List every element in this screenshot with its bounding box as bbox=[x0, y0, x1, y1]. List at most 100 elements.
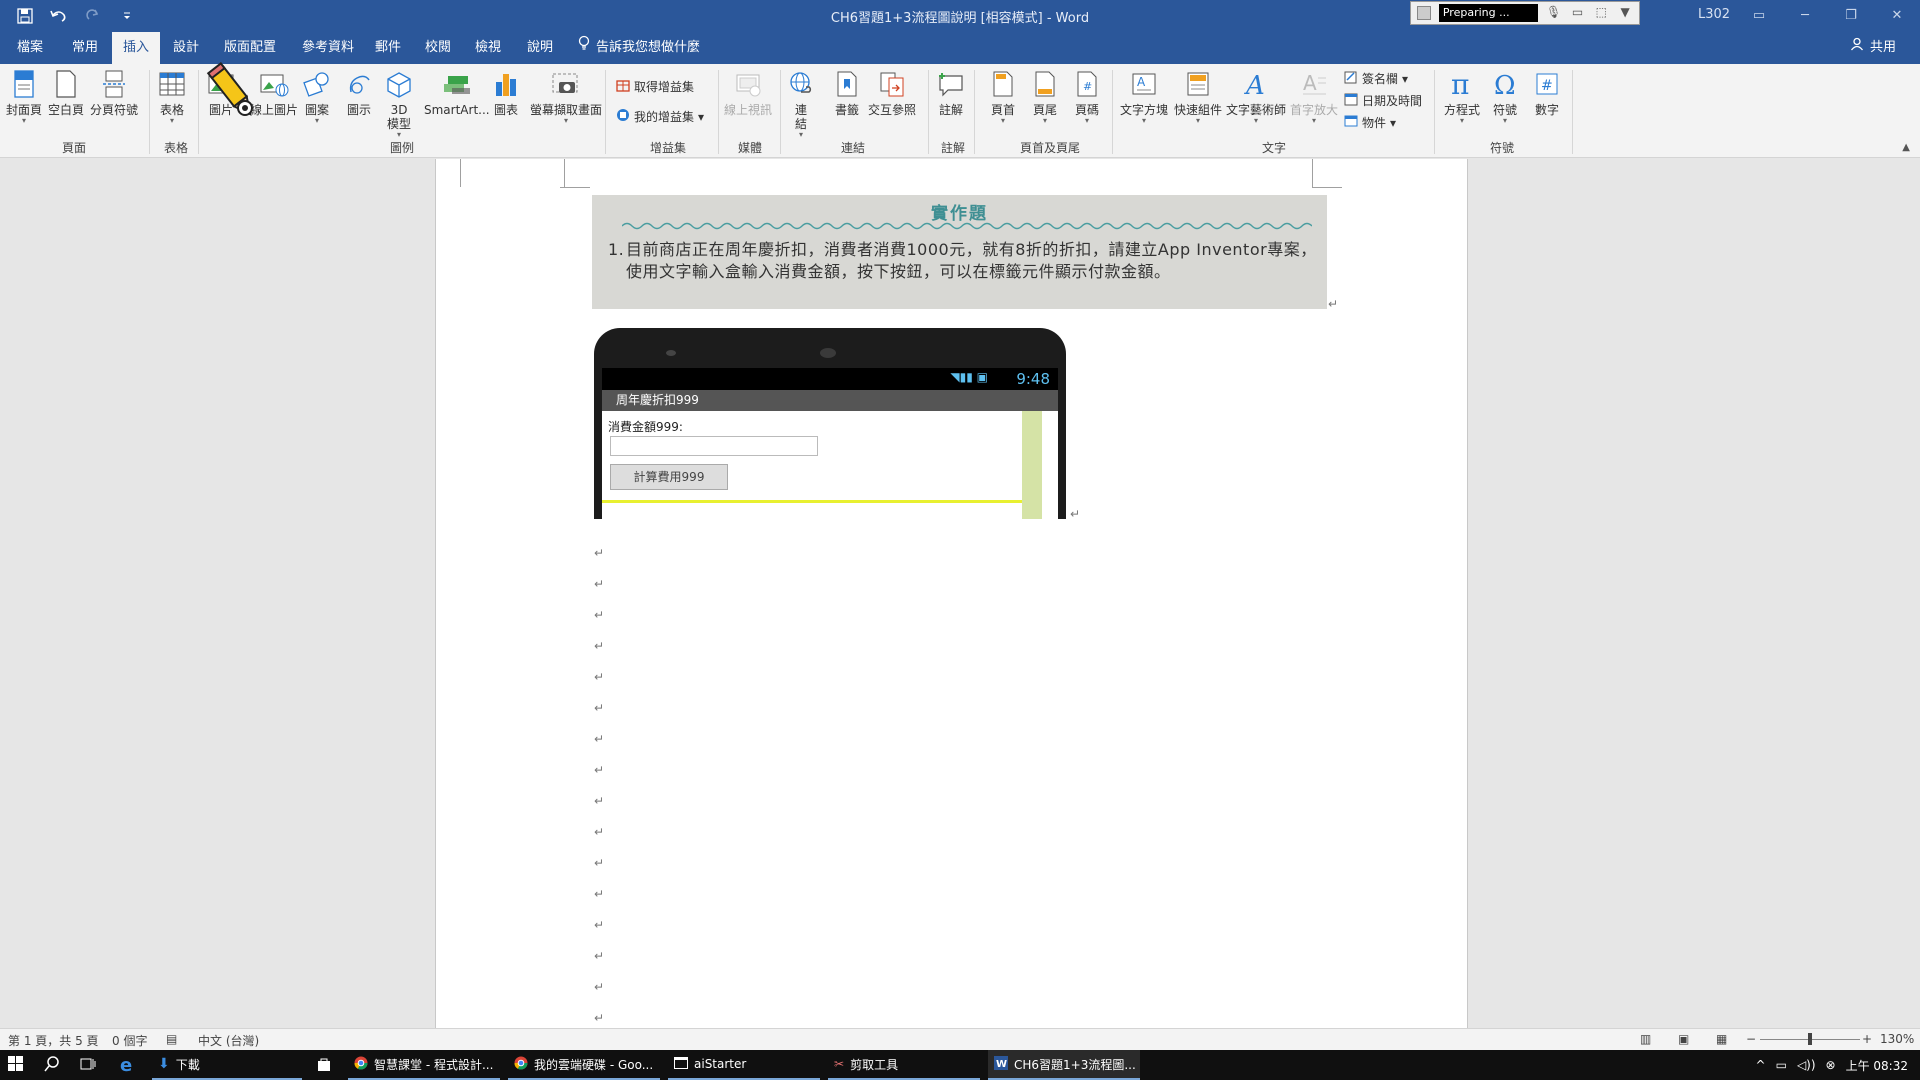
tab-design[interactable]: 設計 bbox=[166, 32, 206, 64]
taskbar-chrome-drive[interactable]: 我的雲端硬碟 - Goo... bbox=[508, 1050, 660, 1080]
close-icon[interactable]: ✕ bbox=[1874, 0, 1920, 30]
exercise-image[interactable]: 實作題 1. 目前商店正在周年慶折扣，消費者消費1000元，就有8折的折扣，請建… bbox=[592, 195, 1327, 309]
my-addins-dropdown-icon[interactable]: ▾ bbox=[698, 110, 704, 124]
ribbon-display-icon[interactable]: ▭ bbox=[1736, 0, 1782, 30]
customize-qat-icon[interactable] bbox=[116, 5, 138, 27]
web-layout-icon[interactable]: ▦ bbox=[1716, 1032, 1727, 1046]
recorder-dropdown-icon[interactable]: ▼ bbox=[1617, 5, 1633, 21]
share-button[interactable]: 共用 bbox=[1850, 32, 1896, 64]
symbol-button[interactable]: Ω 符號 ▾ bbox=[1490, 68, 1520, 125]
taskbar-word[interactable]: W CH6習題1+3流程圖... bbox=[988, 1050, 1140, 1080]
tell-me-box[interactable]: 告訴我您想做什麼 bbox=[578, 32, 700, 64]
blank-page-button[interactable]: 空白頁 bbox=[48, 68, 84, 117]
redo-icon[interactable] bbox=[82, 5, 104, 27]
tab-help[interactable]: 說明 bbox=[520, 32, 560, 64]
paragraph-mark: ↵ bbox=[594, 949, 605, 963]
wave-divider bbox=[622, 222, 1312, 230]
bar-chart-icon bbox=[491, 68, 521, 100]
bookmark-button[interactable]: 書籤 bbox=[832, 68, 862, 117]
taskbar-aistarter[interactable]: aiStarter bbox=[668, 1050, 820, 1080]
paragraph-mark: ↵ bbox=[594, 670, 605, 684]
screenshot-button[interactable]: 螢幕擷取畫面 ▾ bbox=[530, 68, 602, 125]
start-button[interactable] bbox=[8, 1050, 24, 1080]
object-button[interactable]: 物件 ▾ bbox=[1344, 114, 1396, 131]
tab-references[interactable]: 參考資料 bbox=[296, 32, 360, 64]
tab-home[interactable]: 常用 bbox=[66, 32, 104, 64]
read-mode-icon[interactable]: ▥ bbox=[1640, 1032, 1651, 1046]
page-count[interactable]: 第 1 頁，共 5 頁 bbox=[8, 1032, 99, 1049]
date-time-button[interactable]: 日期及時間 bbox=[1344, 92, 1422, 109]
restore-icon[interactable]: ❐ bbox=[1828, 0, 1874, 30]
drop-cap-icon: A bbox=[1299, 68, 1329, 100]
tab-file[interactable]: 檔案 bbox=[10, 32, 50, 64]
proofing-icon[interactable]: ▤ bbox=[166, 1032, 177, 1046]
taskbar-download[interactable]: ⬇ 下載 bbox=[152, 1050, 302, 1080]
language-status[interactable]: 中文 (台灣) bbox=[198, 1032, 259, 1049]
table-button[interactable]: 表格 ▾ bbox=[157, 68, 187, 125]
network-icon[interactable]: ▭ bbox=[1776, 1058, 1787, 1072]
signature-line-button[interactable]: 簽名欄 ▾ bbox=[1344, 70, 1408, 87]
search-button[interactable] bbox=[44, 1050, 60, 1080]
quick-parts-button[interactable]: 快速組件 ▾ bbox=[1174, 68, 1222, 125]
3d-models-button[interactable]: 3D 模型 ▾ bbox=[384, 68, 414, 139]
cross-reference-button[interactable]: 交互參照 bbox=[868, 68, 916, 117]
online-video-button[interactable]: 線上視訊 bbox=[724, 68, 772, 117]
my-addins-button[interactable]: 我的增益集 ▾ bbox=[616, 108, 704, 125]
svg-text:A: A bbox=[1303, 71, 1317, 95]
zoom-out-icon[interactable]: − bbox=[1746, 1032, 1756, 1046]
taskbar-clock[interactable]: 上午 08:32 bbox=[1846, 1057, 1908, 1074]
wordart-button[interactable]: A 文字藝術師 ▾ bbox=[1226, 68, 1286, 125]
chart-button[interactable]: 圖表 bbox=[491, 68, 521, 117]
page-number-button[interactable]: # 頁碼 ▾ bbox=[1072, 68, 1102, 125]
number-button[interactable]: # 數字 bbox=[1532, 68, 1562, 117]
camera-off-icon[interactable]: ▭ bbox=[1570, 5, 1586, 21]
phone-screenshot[interactable]: ◥▮▮ ▣ 9:48 周年慶折扣999 消費金額999: 計算費用999 bbox=[592, 328, 1068, 519]
collapse-ribbon-icon[interactable]: ▲ bbox=[1902, 142, 1910, 153]
task-view-button[interactable] bbox=[80, 1050, 96, 1080]
region-select-icon[interactable]: ⬚ bbox=[1593, 5, 1609, 21]
tab-review[interactable]: 校閱 bbox=[418, 32, 458, 64]
equation-button[interactable]: π 方程式 ▾ bbox=[1444, 68, 1480, 125]
text-box-button[interactable]: A 文字方塊 ▾ bbox=[1120, 68, 1168, 125]
smartart-button[interactable]: SmartArt... bbox=[424, 68, 490, 117]
record-stop-icon[interactable] bbox=[1417, 6, 1431, 20]
header-button[interactable]: 頁首 ▾ bbox=[988, 68, 1018, 125]
smartart-icon bbox=[442, 68, 472, 100]
table-icon bbox=[157, 68, 187, 100]
page-break-button[interactable]: 分頁符號 bbox=[90, 68, 138, 117]
link-button[interactable]: 連結 ▾ bbox=[786, 68, 816, 139]
user-name[interactable]: L302 bbox=[1698, 7, 1730, 22]
group-separator bbox=[1572, 70, 1573, 154]
get-addins-button[interactable]: 取得增益集 bbox=[616, 78, 694, 95]
group-separator bbox=[780, 70, 781, 154]
taskbar-snipping-tool[interactable]: ✂ 剪取工具 bbox=[828, 1050, 980, 1080]
cover-page-button[interactable]: 封面頁 ▾ bbox=[6, 68, 42, 125]
taskbar-chrome-course[interactable]: 智慧課堂 - 程式設計... bbox=[348, 1050, 500, 1080]
zoom-in-icon[interactable]: + bbox=[1862, 1032, 1872, 1046]
tab-view[interactable]: 檢視 bbox=[468, 32, 508, 64]
drop-cap-button[interactable]: A 首字放大 ▾ bbox=[1290, 68, 1338, 125]
save-icon[interactable] bbox=[14, 5, 36, 27]
tab-insert[interactable]: 插入 bbox=[112, 32, 160, 64]
edge-button[interactable]: e bbox=[120, 1050, 132, 1080]
footer-button[interactable]: 頁尾 ▾ bbox=[1030, 68, 1060, 125]
word-count[interactable]: 0 個字 bbox=[112, 1032, 147, 1049]
undo-icon[interactable] bbox=[48, 5, 70, 27]
comment-button[interactable]: 註解 bbox=[936, 68, 966, 117]
phone-time: 9:48 bbox=[1016, 370, 1050, 388]
tray-expand-icon[interactable]: ^ bbox=[1756, 1058, 1766, 1072]
pencil-cursor-icon bbox=[205, 60, 261, 124]
notification-x-icon[interactable]: ⊗ bbox=[1826, 1058, 1836, 1072]
icons-button[interactable]: 圖示 bbox=[344, 68, 374, 117]
volume-icon[interactable]: ◁)) bbox=[1797, 1058, 1816, 1072]
microphone-icon[interactable]: 🎙 bbox=[1546, 5, 1562, 21]
print-layout-icon[interactable]: ▣ bbox=[1678, 1032, 1689, 1046]
page-number-icon: # bbox=[1072, 68, 1102, 100]
minimize-icon[interactable]: ─ bbox=[1782, 0, 1828, 30]
shapes-button[interactable]: 圖案 ▾ bbox=[302, 68, 332, 125]
tab-mailings[interactable]: 郵件 bbox=[368, 32, 408, 64]
document-page[interactable]: 實作題 1. 目前商店正在周年慶折扣，消費者消費1000元，就有8折的折扣，請建… bbox=[435, 159, 1468, 1028]
zoom-slider-thumb[interactable] bbox=[1808, 1033, 1812, 1045]
store-button[interactable] bbox=[316, 1050, 332, 1080]
zoom-level[interactable]: 130% bbox=[1880, 1032, 1914, 1046]
